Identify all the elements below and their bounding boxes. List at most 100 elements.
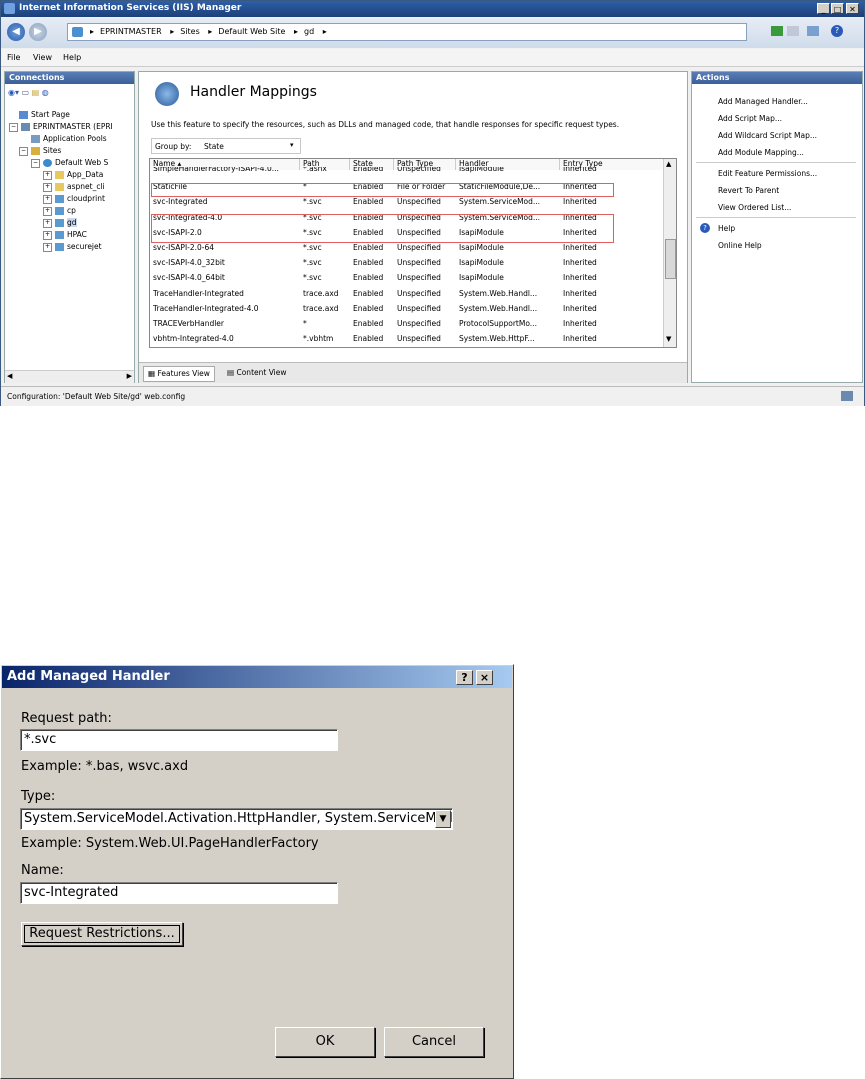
action-add-script-map[interactable]: Add Script Map... <box>718 114 782 123</box>
table-row[interactable]: TraceHandler-Integrated-4.0 trace.axd Enab… <box>150 301 664 316</box>
table-cell: System.Web.Handl... <box>459 303 538 313</box>
scroll-down-icon[interactable]: ▼ <box>666 335 671 343</box>
menu-view[interactable]: View <box>33 53 52 62</box>
add-managed-handler-dialog: Add Managed Handler ? × Request path: *.… <box>0 664 514 1079</box>
action-revert-to-parent[interactable]: Revert To Parent <box>718 186 779 195</box>
action-add-module-mapping[interactable]: Add Module Mapping... <box>718 148 804 157</box>
maximize-button[interactable]: □ <box>831 3 844 14</box>
stop-icon[interactable] <box>787 26 799 36</box>
divider <box>696 217 856 218</box>
breadcrumb-item[interactable]: Sites <box>180 27 200 36</box>
table-cell: System.Web.HttpF... <box>459 334 535 344</box>
dialog-title: Add Managed Handler <box>7 669 170 684</box>
app-icon <box>55 243 64 251</box>
name-input[interactable]: svc-Integrated <box>20 882 338 904</box>
request-path-input[interactable]: *.svc <box>20 729 338 751</box>
table-cell: svc-ISAPI-4.0_64bit <box>153 273 225 283</box>
tree-item-hpac[interactable]: + HPAC <box>43 230 87 240</box>
group-by-select[interactable]: Group by: State ▾ <box>151 138 301 154</box>
tree-sites[interactable]: − Sites <box>19 146 61 156</box>
connections-pane: Connections ◉▾ ▭ ▤ ◍ Start Page − EPRINTM… <box>4 71 135 383</box>
tree-item-cloudprint[interactable]: + cloudprint <box>43 194 105 204</box>
tree-server[interactable]: − EPRINTMASTER (EPRI <box>9 122 113 132</box>
home-icon[interactable] <box>807 26 819 36</box>
chevron-down-icon[interactable]: ▼ <box>435 810 451 828</box>
connect-icon[interactable]: ◉▾ <box>8 88 19 97</box>
tree-item-gd[interactable]: + gd <box>43 218 77 228</box>
breadcrumb-item[interactable]: EPRINTMASTER <box>100 27 162 36</box>
tree-item-cp[interactable]: + cp <box>43 206 76 216</box>
folder-up-icon[interactable]: ▤ <box>32 88 40 97</box>
vertical-scrollbar[interactable]: ▲ ▼ <box>663 159 676 347</box>
chevron-down-icon[interactable]: ▾ <box>290 141 294 149</box>
app-pools-icon <box>31 135 40 143</box>
forward-icon[interactable]: ▶ <box>29 23 47 41</box>
close-button[interactable]: × <box>476 670 493 685</box>
request-restrictions-button[interactable]: Request Restrictions... <box>21 922 183 946</box>
close-button[interactable]: ✕ <box>846 3 859 14</box>
table-cell: Inherited <box>563 197 597 207</box>
scroll-right-icon[interactable]: ▶ <box>127 372 132 380</box>
minimize-button[interactable]: _ <box>817 3 830 14</box>
menu-file[interactable]: File <box>7 53 20 62</box>
table-row[interactable]: svc-ISAPI-4.0_64bit *.svc Enabled Unspecifi… <box>150 270 664 285</box>
help-button[interactable]: ? <box>456 670 473 685</box>
scroll-thumb[interactable] <box>665 239 676 279</box>
type-select[interactable]: System.ServiceModel.Activation.HttpHandl… <box>20 808 453 830</box>
server-icon <box>21 123 30 131</box>
breadcrumb-item[interactable]: gd <box>304 27 314 36</box>
connections-header: Connections <box>5 72 134 84</box>
table-row[interactable]: TRACEVerbHandler * Enabled Unspecified Proto… <box>150 316 664 331</box>
tree-item-app-data[interactable]: + App_Data <box>43 170 103 180</box>
table-cell: Enabled <box>353 334 384 344</box>
iis-app-icon <box>4 3 15 14</box>
horizontal-scrollbar[interactable]: ◀ ▶ <box>5 370 134 383</box>
table-cell: *.vbhtm <box>303 334 334 344</box>
table-cell: Unspecified <box>397 319 441 328</box>
table-row[interactable]: vbhtm-Integrated-4.0 *.vbhtm Enabled Unspec… <box>150 331 664 346</box>
folder-icon <box>55 171 64 179</box>
tab-features-view[interactable]: ▦ Features View <box>143 366 215 382</box>
table-row[interactable]: svc-ISAPI-4.0_32bit *.svc Enabled Unspecifi… <box>150 255 664 270</box>
scroll-up-icon[interactable]: ▲ <box>666 160 671 168</box>
action-add-managed-handler[interactable]: Add Managed Handler... <box>718 97 808 106</box>
disconnect-icon[interactable]: ◍ <box>42 88 49 97</box>
help-icon[interactable]: ? <box>831 25 843 37</box>
status-bar: Configuration: 'Default Web Site/gd' web… <box>1 386 864 406</box>
tree-item-aspnet[interactable]: + aspnet_cli <box>43 182 105 192</box>
group-by-value: State <box>204 142 224 151</box>
tab-content-view[interactable]: ▤ Content View <box>223 366 291 380</box>
menu-help[interactable]: Help <box>63 53 81 62</box>
tree-start-page[interactable]: Start Page <box>19 110 70 119</box>
table-cell: IsapiModule <box>459 243 504 252</box>
table-cell: Enabled <box>353 319 384 328</box>
app-icon <box>55 231 64 239</box>
table-row[interactable]: TraceHandler-Integrated trace.axd Enabled U… <box>150 286 664 301</box>
refresh-icon[interactable] <box>771 26 783 36</box>
tree-default-web-site[interactable]: − Default Web S <box>31 158 108 168</box>
table-cell: *.svc <box>303 258 322 268</box>
feature-pane: Handler Mappings Use this feature to spe… <box>138 71 688 383</box>
view-tabs: ▦ Features View ▤ Content View <box>139 362 687 383</box>
back-icon[interactable]: ◀ <box>7 23 25 41</box>
request-path-example: Example: *.bas, wsvc.axd <box>21 759 189 774</box>
menu-bar: File View Help <box>1 49 864 67</box>
action-add-wildcard-script-map[interactable]: Add Wildcard Script Map... <box>718 131 817 140</box>
table-cell: Enabled <box>353 303 384 313</box>
scroll-left-icon[interactable]: ◀ <box>7 372 12 380</box>
breadcrumb-item[interactable]: Default Web Site <box>218 27 285 36</box>
table-cell: IsapiModule <box>459 258 504 268</box>
breadcrumb[interactable]: ▸ EPRINTMASTER ▸ Sites ▸ Default Web Site ▸… <box>67 23 747 41</box>
action-edit-feature-permissions[interactable]: Edit Feature Permissions... <box>718 169 817 178</box>
table-cell: Inherited <box>563 334 597 344</box>
table-cell: Enabled <box>353 273 384 283</box>
tree-app-pools[interactable]: Application Pools <box>31 134 107 143</box>
action-view-ordered-list[interactable]: View Ordered List... <box>718 203 791 212</box>
tree-item-securejet[interactable]: + securejet <box>43 242 102 252</box>
ok-button[interactable]: OK <box>275 1027 375 1057</box>
action-help[interactable]: Help <box>718 224 735 233</box>
cancel-button[interactable]: Cancel <box>384 1027 484 1057</box>
save-icon[interactable]: ▭ <box>22 88 30 97</box>
table-cell: Unspecified <box>397 273 441 283</box>
action-online-help[interactable]: Online Help <box>718 241 762 250</box>
